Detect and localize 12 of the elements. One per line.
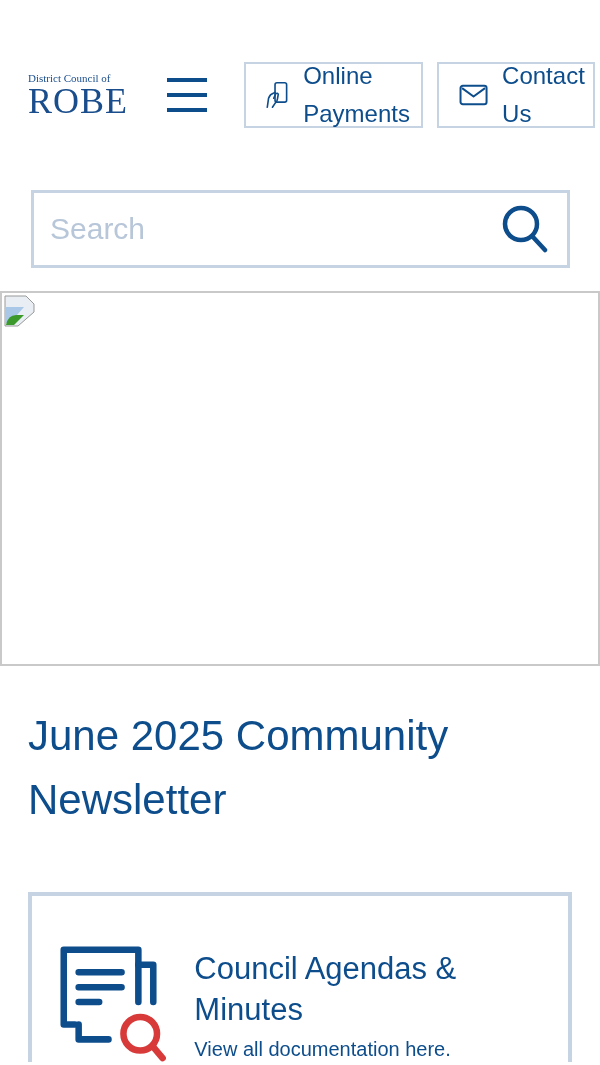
menu-icon[interactable] [167, 78, 207, 112]
payments-button[interactable]: Online Payments [244, 62, 423, 128]
card-subtitle: View all documentation here. [194, 1037, 452, 1062]
logo-wordmark[interactable]: ROBE [28, 84, 128, 118]
card-title: Council Agendas & Minutes [194, 950, 458, 1029]
search-field[interactable]: Search [31, 190, 570, 268]
logo-tagline: District Council of [28, 72, 111, 84]
search-icon[interactable] [502, 205, 548, 253]
broken-image-icon [4, 295, 36, 327]
page-heading: June 2025 Community Newsletter [28, 711, 450, 825]
contact-button[interactable]: Contact Us [437, 62, 595, 128]
documents-card[interactable]: Council Agendas & Minutes View all documentation here. [28, 892, 572, 1062]
